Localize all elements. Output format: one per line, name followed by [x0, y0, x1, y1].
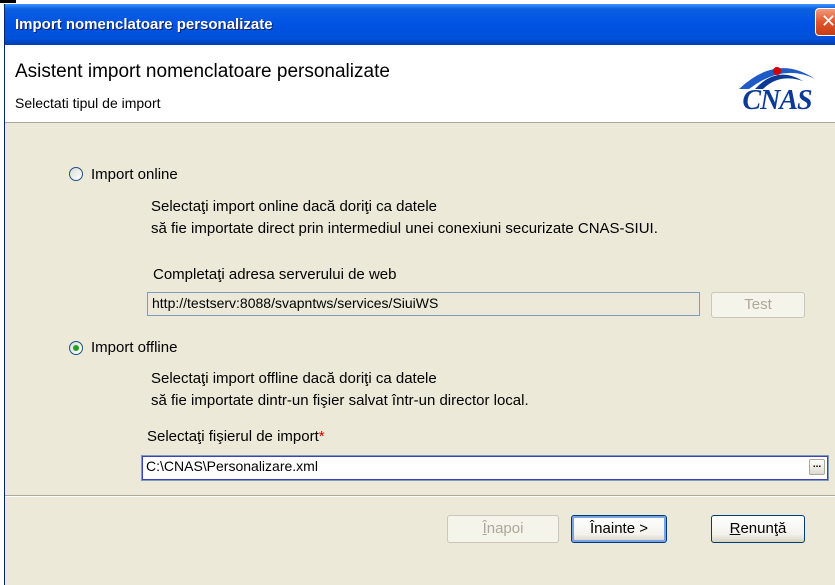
wizard-header: Asistent import nomenclatoare personaliz… [5, 45, 835, 123]
import-file-label: Selectaţi fişierul de import* [147, 428, 325, 445]
server-address-label: Completaţi adresa serverului de web [153, 266, 397, 283]
offline-description-line1: Selectaţi import offline dacă doriţi ca … [151, 370, 437, 387]
import-file-input[interactable]: C:\CNAS\Personalizare.xml ... [141, 455, 829, 481]
back-button[interactable]: Înapoi [447, 515, 559, 543]
online-description-line1: Selectaţi import online dacă doriţi ca d… [151, 198, 437, 215]
close-icon[interactable]: ✕ [815, 8, 835, 36]
corner-mark [0, 0, 16, 3]
import-file-value: C:\CNAS\Personalizare.xml [146, 458, 318, 474]
online-description-line2: să fie importate direct prin intermediul… [151, 220, 658, 237]
import-file-label-text: Selectaţi fişierul de import [147, 428, 319, 445]
cancel-accel: R [729, 520, 741, 537]
cnas-logo: CNAS [733, 55, 821, 117]
title-bar[interactable]: Import nomenclatoare personalizate ✕ [5, 4, 835, 45]
offline-description-line2: să fie importate dintr-un fişier salvat … [151, 392, 529, 409]
browse-button[interactable]: ... [809, 459, 825, 475]
import-offline-label[interactable]: Import offline [91, 339, 177, 356]
required-asterisk: * [318, 428, 325, 445]
import-dialog: Import nomenclatoare personalizate ✕ Asi… [4, 4, 835, 585]
radio-import-offline[interactable] [69, 341, 83, 355]
window-title: Import nomenclatoare personalizate [15, 16, 273, 33]
radio-import-online[interactable] [69, 167, 83, 181]
test-button[interactable]: Test [711, 292, 805, 318]
cancel-label: enunţă [740, 520, 787, 537]
cancel-button[interactable]: Renunţă [711, 515, 805, 543]
wizard-title: Asistent import nomenclatoare personaliz… [15, 61, 390, 82]
back-label: napoi [486, 520, 524, 537]
wizard-subtitle: Selectati tipul de import [15, 95, 161, 111]
next-button[interactable]: Înainte > [571, 515, 667, 543]
footer-divider [5, 495, 835, 497]
logo-text: CNAS [742, 85, 812, 116]
server-address-input[interactable]: http://testserv:8088/svapntws/services/S… [147, 292, 700, 316]
import-online-label[interactable]: Import online [91, 166, 178, 183]
